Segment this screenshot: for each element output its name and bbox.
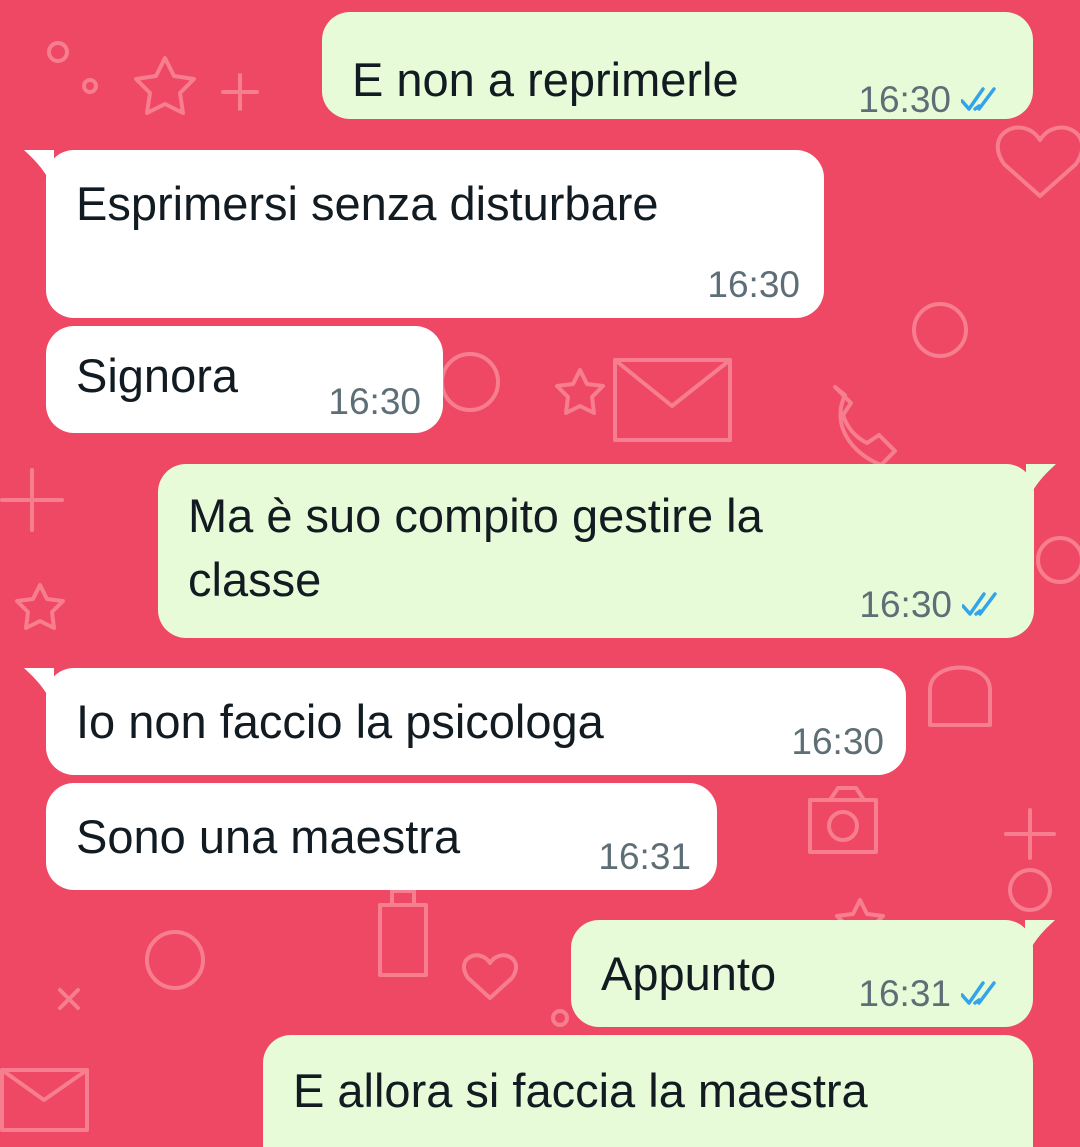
message-bubble-incoming[interactable]: Sono una maestra 16:31 bbox=[46, 783, 717, 890]
message-meta: 16:30 bbox=[859, 585, 1002, 625]
message-time: 16:31 bbox=[598, 836, 691, 877]
message-time: 16:30 bbox=[707, 264, 800, 305]
double-check-icon bbox=[961, 981, 996, 1005]
message-meta: 16:31 bbox=[598, 837, 691, 877]
message-time: 16:30 bbox=[791, 721, 884, 762]
message-bubble-outgoing[interactable]: Appunto 16:31 bbox=[571, 920, 1055, 1027]
message-meta: 16:30 bbox=[858, 80, 1001, 120]
message-text: Esprimersi senza disturbare bbox=[76, 177, 659, 230]
message-text: E allora si faccia la maestra bbox=[293, 1064, 868, 1117]
message-text: E non a reprimerle bbox=[352, 53, 739, 106]
double-check-icon bbox=[962, 592, 997, 616]
message-time: 16:30 bbox=[858, 79, 951, 120]
message-bubble-outgoing[interactable]: Ma è suo compito gestire la classe 16:30 bbox=[158, 464, 1056, 638]
message-text: Signora bbox=[76, 349, 238, 402]
bubble-tail bbox=[24, 668, 54, 696]
bubble-tail bbox=[1025, 920, 1055, 948]
message-bubble-outgoing[interactable]: E non a reprimerle 16:30 bbox=[322, 12, 1033, 120]
message-text: Sono una maestra bbox=[76, 810, 461, 863]
message-time: 16:30 bbox=[328, 381, 421, 422]
message-time: 16:31 bbox=[858, 973, 951, 1014]
message-bubble-outgoing[interactable]: E allora si faccia la maestra bbox=[263, 1035, 1033, 1147]
message-meta: 16:31 bbox=[858, 974, 1001, 1014]
message-time: 16:30 bbox=[859, 584, 952, 625]
bubble-tail bbox=[24, 150, 54, 178]
chat-messages[interactable]: E non a reprimerle 16:30 Esprimersi senz… bbox=[0, 0, 1080, 1147]
message-text: Appunto bbox=[601, 947, 777, 1000]
message-meta: 16:30 bbox=[328, 382, 421, 422]
double-check-icon bbox=[961, 87, 996, 111]
message-bubble-incoming[interactable]: Io non faccio la psicologa 16:30 bbox=[24, 668, 906, 775]
message-meta: 16:30 bbox=[791, 722, 884, 762]
message-text: Ma è suo compito gestire la classe bbox=[188, 489, 763, 606]
bubble-tail bbox=[1026, 464, 1056, 492]
message-bubble-incoming[interactable]: Signora 16:30 bbox=[46, 326, 443, 433]
message-bubble-incoming[interactable]: Esprimersi senza disturbare 16:30 bbox=[24, 150, 824, 318]
message-text: Io non faccio la psicologa bbox=[76, 695, 604, 748]
message-meta: 16:30 bbox=[707, 265, 800, 305]
